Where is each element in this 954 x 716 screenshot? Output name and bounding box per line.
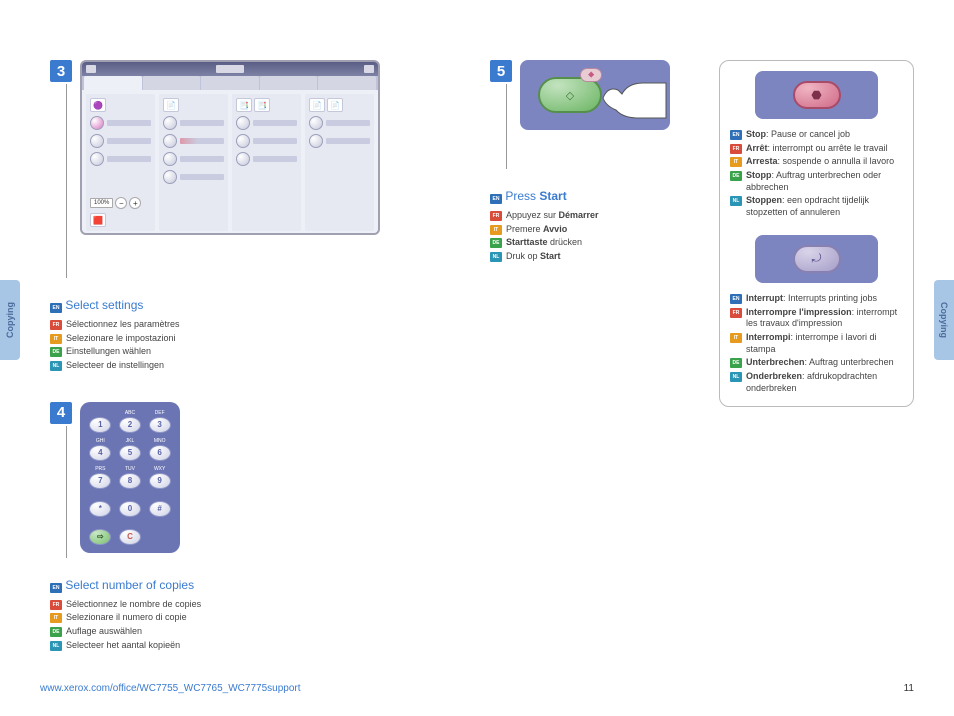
step3-de: Einstellungen wählen <box>66 346 151 358</box>
key-dial[interactable]: ⇨ <box>89 529 111 545</box>
int-fr: Interrompre l'impression: interrompt les… <box>746 307 903 330</box>
step5-fr: Appuyez sur Démarrer <box>506 210 599 222</box>
key-7[interactable]: 7 <box>89 473 111 489</box>
step4-de: Auflage auswählen <box>66 626 142 638</box>
step-number-3: 3 <box>50 60 72 82</box>
step4-it: Selezionare il numero di copie <box>66 612 187 624</box>
stop-interrupt-panel: ⬣ ENStop: Pause or cancel job FRArrêt: i… <box>719 60 914 407</box>
step4-nl: Selecteer het aantal kopieën <box>66 640 180 652</box>
footer-url[interactable]: www.xerox.com/office/WC7755_WC7765_WC777… <box>40 683 301 694</box>
step5-it: Premere Avvio <box>506 224 567 236</box>
key-4[interactable]: 4 <box>89 445 111 461</box>
stop-de: Stopp: Auftrag unterbrechen oder abbrech… <box>746 170 903 193</box>
stop-button[interactable]: ⬣ <box>793 81 841 109</box>
step3-title: EN Select settings <box>50 298 430 313</box>
interrupt-button[interactable]: ⤾ <box>793 245 841 273</box>
step3-nl: Selecteer de instellingen <box>66 360 164 372</box>
int-de: Unterbrechen: Auftrag unterbrechen <box>746 357 894 369</box>
step-5: 5 ◇ <box>490 60 710 169</box>
step-4: 4 1 ABC2 DEF3 GHI4 JKL5 MNO6 PRS7 TUV8 W… <box>50 402 430 558</box>
key-8[interactable]: 8 <box>119 473 141 489</box>
step-number-5: 5 <box>490 60 512 82</box>
key-5[interactable]: 5 <box>119 445 141 461</box>
key-3[interactable]: 3 <box>149 417 171 433</box>
step-3: 3 🟣 100% − + <box>50 60 430 278</box>
stop-en: Stop: Pause or cancel job <box>746 129 850 141</box>
step5-nl: Druk op Start <box>506 251 561 263</box>
step4-title: EN Select number of copies <box>50 578 430 593</box>
key-clear[interactable]: C <box>119 529 141 545</box>
stop-fr: Arrêt: interrompt ou arrête le travail <box>746 143 888 155</box>
step4-fr: Sélectionnez le nombre de copies <box>66 599 201 611</box>
side-tab-right: Copying <box>934 280 954 360</box>
stop-nl: Stoppen: een opdracht tijdelijk stopzett… <box>746 195 903 218</box>
settings-screen: 🟣 100% − + 🟥 📄 <box>80 60 380 235</box>
side-tab-left: Copying <box>0 280 20 360</box>
int-nl: Onderbreken: afdrukopdrachten onderbreke… <box>746 371 903 394</box>
start-illustration: ◇ <box>520 60 670 130</box>
start-button[interactable]: ◇ <box>538 77 602 113</box>
zoom-minus[interactable]: − <box>115 197 127 209</box>
zoom-value: 100% <box>90 198 113 208</box>
zoom-plus[interactable]: + <box>129 197 141 209</box>
page-number: 11 <box>904 683 914 694</box>
step5-de: Starttaste drücken <box>506 237 582 249</box>
stop-it: Arresta: sospende o annulla il lavoro <box>746 156 894 168</box>
key-0[interactable]: 0 <box>119 501 141 517</box>
int-en: Interrupt: Interrupts printing jobs <box>746 293 877 305</box>
step3-fr: Sélectionnez les paramètres <box>66 319 180 331</box>
int-it: Interrompi: interrompe i lavori di stamp… <box>746 332 903 355</box>
key-9[interactable]: 9 <box>149 473 171 489</box>
key-1[interactable]: 1 <box>89 417 111 433</box>
key-6[interactable]: 6 <box>149 445 171 461</box>
hand-icon <box>598 78 668 123</box>
step-number-4: 4 <box>50 402 72 424</box>
key-2[interactable]: 2 <box>119 417 141 433</box>
numeric-keypad: 1 ABC2 DEF3 GHI4 JKL5 MNO6 PRS7 TUV8 WXY… <box>80 402 180 553</box>
step5-title: EN Press Start <box>490 189 710 204</box>
key-hash[interactable]: # <box>149 501 171 517</box>
step3-it: Selezionare le impostazioni <box>66 333 176 345</box>
key-star[interactable]: * <box>89 501 111 517</box>
